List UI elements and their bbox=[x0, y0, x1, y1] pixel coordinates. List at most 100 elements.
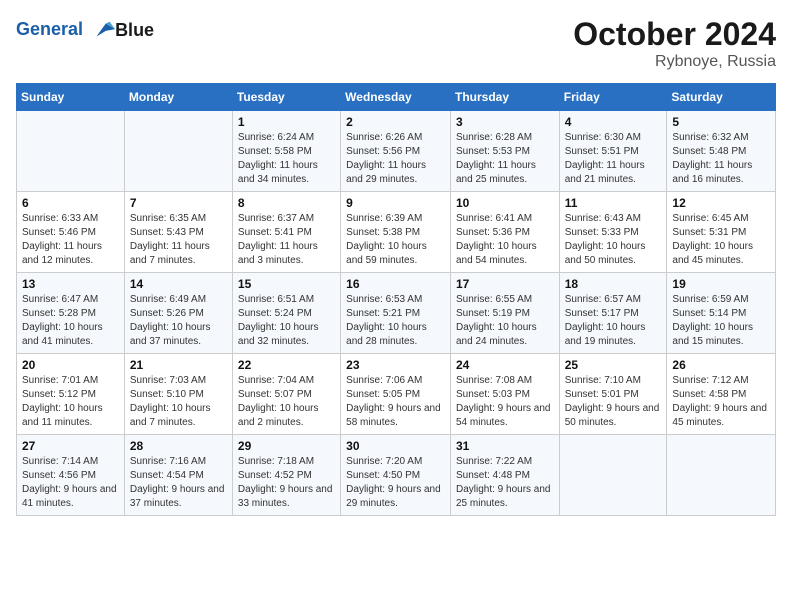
day-info: Sunrise: 6:26 AMSunset: 5:56 PMDaylight:… bbox=[346, 131, 445, 187]
day-number: 24 bbox=[456, 358, 554, 372]
day-info: Sunrise: 6:45 AMSunset: 5:31 PMDaylight:… bbox=[672, 212, 770, 268]
day-info: Sunrise: 6:24 AMSunset: 5:58 PMDaylight:… bbox=[238, 131, 335, 187]
calendar-cell: 11Sunrise: 6:43 AMSunset: 5:33 PMDayligh… bbox=[559, 192, 667, 273]
day-number: 1 bbox=[238, 115, 335, 129]
day-info: Sunrise: 6:55 AMSunset: 5:19 PMDaylight:… bbox=[456, 293, 554, 349]
day-number: 16 bbox=[346, 277, 445, 291]
day-header-sunday: Sunday bbox=[17, 84, 125, 111]
calendar-week-row: 13 Sunrise: 6:47 AMSunset: 5:28 PMDayligh… bbox=[17, 273, 776, 354]
day-info: Sunrise: 7:03 AMSunset: 5:10 PMDaylight:… bbox=[130, 374, 227, 430]
day-number: 9 bbox=[346, 196, 445, 210]
day-number: 19 bbox=[672, 277, 770, 291]
calendar-cell: 31Sunrise: 7:22 AMSunset: 4:48 PMDayligh… bbox=[450, 435, 559, 516]
calendar-cell: 22Sunrise: 7:04 AMSunset: 5:07 PMDayligh… bbox=[232, 354, 340, 435]
day-number: 8 bbox=[238, 196, 335, 210]
calendar-cell: 16 Sunrise: 6:53 AMSunset: 5:21 PMDayligh… bbox=[341, 273, 451, 354]
day-info: Sunrise: 7:06 AMSunset: 5:05 PMDaylight:… bbox=[346, 374, 445, 430]
calendar-cell: 29 Sunrise: 7:18 AMSunset: 4:52 PMDayligh… bbox=[232, 435, 340, 516]
day-number: 21 bbox=[130, 358, 227, 372]
calendar-cell: 15 Sunrise: 6:51 AMSunset: 5:24 PMDayligh… bbox=[232, 273, 340, 354]
calendar-table: SundayMondayTuesdayWednesdayThursdayFrid… bbox=[16, 83, 776, 516]
calendar-cell: 2Sunrise: 6:26 AMSunset: 5:56 PMDaylight… bbox=[341, 111, 451, 192]
calendar-cell: 7Sunrise: 6:35 AMSunset: 5:43 PMDaylight… bbox=[124, 192, 232, 273]
calendar-week-row: 20Sunrise: 7:01 AMSunset: 5:12 PMDayligh… bbox=[17, 354, 776, 435]
day-number: 3 bbox=[456, 115, 554, 129]
day-info: Sunrise: 7:18 AMSunset: 4:52 PMDaylight:… bbox=[238, 455, 335, 511]
day-info: Sunrise: 6:47 AMSunset: 5:28 PMDaylight:… bbox=[22, 293, 119, 349]
day-number: 29 bbox=[238, 439, 335, 453]
day-info: Sunrise: 6:37 AMSunset: 5:41 PMDaylight:… bbox=[238, 212, 335, 268]
day-header-monday: Monday bbox=[124, 84, 232, 111]
calendar-cell bbox=[17, 111, 125, 192]
day-number: 5 bbox=[672, 115, 770, 129]
day-number: 10 bbox=[456, 196, 554, 210]
calendar-cell: 9 Sunrise: 6:39 AMSunset: 5:38 PMDaylight… bbox=[341, 192, 451, 273]
day-number: 17 bbox=[456, 277, 554, 291]
day-number: 4 bbox=[565, 115, 662, 129]
month-title: October 2024 bbox=[573, 16, 776, 53]
day-info: Sunrise: 6:49 AMSunset: 5:26 PMDaylight:… bbox=[130, 293, 227, 349]
calendar-cell bbox=[124, 111, 232, 192]
calendar-cell: 4 Sunrise: 6:30 AMSunset: 5:51 PMDaylight… bbox=[559, 111, 667, 192]
calendar-week-row: 27 Sunrise: 7:14 AMSunset: 4:56 PMDayligh… bbox=[17, 435, 776, 516]
calendar-body: 1 Sunrise: 6:24 AMSunset: 5:58 PMDaylight… bbox=[17, 111, 776, 516]
day-header-tuesday: Tuesday bbox=[232, 84, 340, 111]
logo: General Blue bbox=[16, 16, 154, 44]
title-block: October 2024 Rybnoye, Russia bbox=[573, 16, 776, 71]
calendar-cell: 12Sunrise: 6:45 AMSunset: 5:31 PMDayligh… bbox=[667, 192, 776, 273]
day-header-saturday: Saturday bbox=[667, 84, 776, 111]
day-info: Sunrise: 6:57 AMSunset: 5:17 PMDaylight:… bbox=[565, 293, 662, 349]
day-number: 18 bbox=[565, 277, 662, 291]
calendar-cell: 10 Sunrise: 6:41 AMSunset: 5:36 PMDayligh… bbox=[450, 192, 559, 273]
day-info: Sunrise: 6:35 AMSunset: 5:43 PMDaylight:… bbox=[130, 212, 227, 268]
calendar-cell: 21 Sunrise: 7:03 AMSunset: 5:10 PMDayligh… bbox=[124, 354, 232, 435]
day-number: 6 bbox=[22, 196, 119, 210]
calendar-cell bbox=[559, 435, 667, 516]
day-info: Sunrise: 7:20 AMSunset: 4:50 PMDaylight:… bbox=[346, 455, 445, 511]
calendar-cell: 25 Sunrise: 7:10 AMSunset: 5:01 PMDayligh… bbox=[559, 354, 667, 435]
day-info: Sunrise: 6:53 AMSunset: 5:21 PMDaylight:… bbox=[346, 293, 445, 349]
day-number: 28 bbox=[130, 439, 227, 453]
calendar-week-row: 6 Sunrise: 6:33 AMSunset: 5:46 PMDaylight… bbox=[17, 192, 776, 273]
day-info: Sunrise: 7:14 AMSunset: 4:56 PMDaylight:… bbox=[22, 455, 119, 511]
day-number: 27 bbox=[22, 439, 119, 453]
day-header-wednesday: Wednesday bbox=[341, 84, 451, 111]
calendar-cell: 13 Sunrise: 6:47 AMSunset: 5:28 PMDayligh… bbox=[17, 273, 125, 354]
day-info: Sunrise: 7:10 AMSunset: 5:01 PMDaylight:… bbox=[565, 374, 662, 430]
day-info: Sunrise: 7:22 AMSunset: 4:48 PMDaylight:… bbox=[456, 455, 554, 511]
calendar-cell: 20Sunrise: 7:01 AMSunset: 5:12 PMDayligh… bbox=[17, 354, 125, 435]
logo-text: General bbox=[16, 16, 117, 44]
day-info: Sunrise: 6:33 AMSunset: 5:46 PMDaylight:… bbox=[22, 212, 119, 268]
calendar-cell: 23Sunrise: 7:06 AMSunset: 5:05 PMDayligh… bbox=[341, 354, 451, 435]
day-info: Sunrise: 6:59 AMSunset: 5:14 PMDaylight:… bbox=[672, 293, 770, 349]
day-info: Sunrise: 6:28 AMSunset: 5:53 PMDaylight:… bbox=[456, 131, 554, 187]
calendar-cell: 5 Sunrise: 6:32 AMSunset: 5:48 PMDaylight… bbox=[667, 111, 776, 192]
day-info: Sunrise: 7:04 AMSunset: 5:07 PMDaylight:… bbox=[238, 374, 335, 430]
calendar-cell: 6 Sunrise: 6:33 AMSunset: 5:46 PMDaylight… bbox=[17, 192, 125, 273]
day-number: 14 bbox=[130, 277, 227, 291]
day-number: 11 bbox=[565, 196, 662, 210]
calendar-week-row: 1 Sunrise: 6:24 AMSunset: 5:58 PMDaylight… bbox=[17, 111, 776, 192]
location: Rybnoye, Russia bbox=[573, 53, 776, 71]
day-info: Sunrise: 6:30 AMSunset: 5:51 PMDaylight:… bbox=[565, 131, 662, 187]
day-info: Sunrise: 6:32 AMSunset: 5:48 PMDaylight:… bbox=[672, 131, 770, 187]
calendar-cell: 18 Sunrise: 6:57 AMSunset: 5:17 PMDayligh… bbox=[559, 273, 667, 354]
day-header-thursday: Thursday bbox=[450, 84, 559, 111]
day-info: Sunrise: 7:12 AMSunset: 4:58 PMDaylight:… bbox=[672, 374, 770, 430]
day-header-friday: Friday bbox=[559, 84, 667, 111]
calendar-cell: 30 Sunrise: 7:20 AMSunset: 4:50 PMDayligh… bbox=[341, 435, 451, 516]
day-number: 26 bbox=[672, 358, 770, 372]
calendar-cell: 19 Sunrise: 6:59 AMSunset: 5:14 PMDayligh… bbox=[667, 273, 776, 354]
day-info: Sunrise: 6:41 AMSunset: 5:36 PMDaylight:… bbox=[456, 212, 554, 268]
day-info: Sunrise: 6:51 AMSunset: 5:24 PMDaylight:… bbox=[238, 293, 335, 349]
calendar-cell bbox=[667, 435, 776, 516]
day-number: 13 bbox=[22, 277, 119, 291]
calendar-cell: 3 Sunrise: 6:28 AMSunset: 5:53 PMDaylight… bbox=[450, 111, 559, 192]
day-info: Sunrise: 7:16 AMSunset: 4:54 PMDaylight:… bbox=[130, 455, 227, 511]
day-number: 25 bbox=[565, 358, 662, 372]
day-info: Sunrise: 6:39 AMSunset: 5:38 PMDaylight:… bbox=[346, 212, 445, 268]
calendar-cell: 1 Sunrise: 6:24 AMSunset: 5:58 PMDaylight… bbox=[232, 111, 340, 192]
day-number: 15 bbox=[238, 277, 335, 291]
day-number: 30 bbox=[346, 439, 445, 453]
day-info: Sunrise: 7:08 AMSunset: 5:03 PMDaylight:… bbox=[456, 374, 554, 430]
